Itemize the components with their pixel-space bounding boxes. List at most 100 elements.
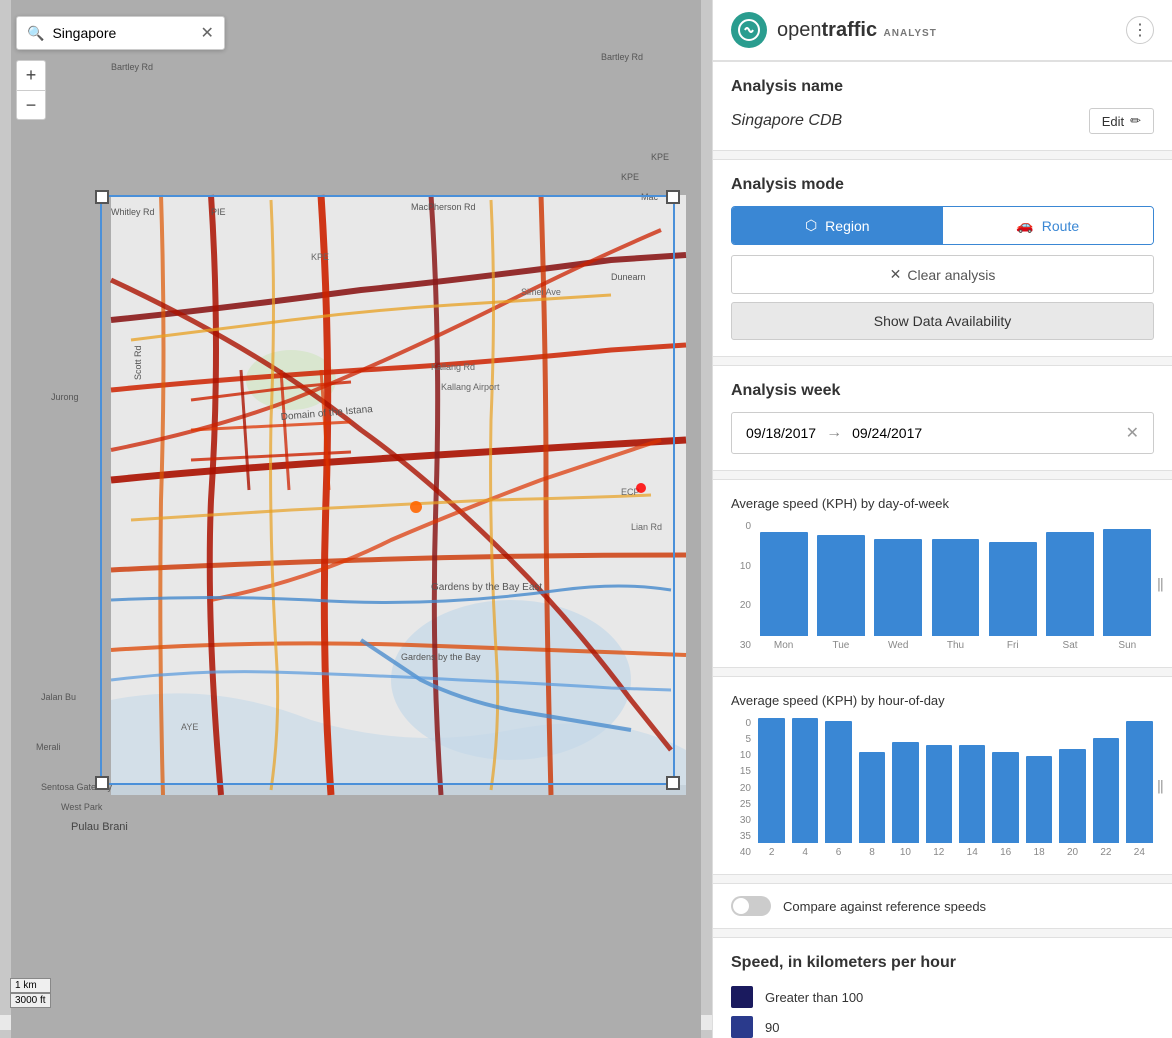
right-panel: opentraffic ANALYST ⋮ Analysis name Sing… — [712, 0, 1172, 1038]
search-icon: 🔍 — [27, 25, 44, 42]
svg-text:West Park: West Park — [61, 802, 103, 812]
chart-dow-title: Average speed (KPH) by day-of-week — [731, 496, 1154, 511]
svg-text:Merali: Merali — [36, 742, 61, 752]
region-label: Region — [825, 218, 869, 234]
search-input[interactable]: Singapore — [52, 25, 192, 41]
bar-label-hour-2: 2 — [769, 847, 775, 858]
bar-sun — [1103, 529, 1151, 636]
bar-col-hour-2: 2 — [757, 718, 786, 858]
scale-bar: 1 km 3000 ft — [10, 978, 51, 1008]
clear-analysis-button[interactable]: ✕ Clear analysis — [731, 255, 1154, 294]
chart-dow-bars: Mon Tue Wed Thu Fri Sat Sun — [757, 521, 1154, 651]
bar-label-mon: Mon — [774, 640, 793, 651]
analysis-name-section: Analysis name Singapore CDB Edit ✏ — [713, 61, 1172, 151]
bar-label-hour-4: 4 — [802, 847, 808, 858]
handle-top-left[interactable] — [95, 190, 109, 204]
selection-box[interactable] — [100, 195, 675, 785]
bar-label-fri: Fri — [1007, 640, 1019, 651]
handle-top-right[interactable] — [666, 190, 680, 204]
bar-hour-2 — [758, 718, 784, 843]
bar-label-sun: Sun — [1118, 640, 1136, 651]
handle-bottom-right[interactable] — [666, 776, 680, 790]
chart-dow-scroll[interactable]: ‖ — [1157, 576, 1164, 597]
bar-hour-12 — [926, 745, 952, 843]
info-button[interactable]: ⋮ — [1126, 16, 1154, 44]
bar-col-hour-4: 4 — [790, 718, 819, 858]
speed-item: Greater than 100 — [731, 986, 1154, 1008]
bar-hour-22 — [1093, 738, 1119, 843]
bar-sat — [1046, 532, 1094, 636]
bar-label-sat: Sat — [1063, 640, 1078, 651]
logo-open: open — [777, 19, 822, 41]
analysis-name-value: Singapore CDB — [731, 112, 842, 130]
bar-col-thu: Thu — [929, 521, 982, 651]
bar-tue — [817, 535, 865, 636]
bar-hour-10 — [892, 742, 918, 844]
compare-toggle[interactable] — [731, 896, 771, 916]
handle-bottom-left[interactable] — [95, 776, 109, 790]
bar-label-hour-24: 24 — [1134, 847, 1145, 858]
bar-hour-16 — [992, 752, 1018, 843]
bar-hour-6 — [825, 721, 851, 844]
scale-km: 1 km — [10, 978, 51, 993]
zoom-in-button[interactable]: + — [16, 60, 46, 90]
bar-label-hour-14: 14 — [967, 847, 978, 858]
bar-hour-14 — [959, 745, 985, 843]
bar-label-hour-20: 20 — [1067, 847, 1078, 858]
chart-dow-section: Average speed (KPH) by day-of-week 30 20… — [713, 479, 1172, 668]
bar-col-hour-22: 22 — [1091, 718, 1120, 858]
chart-hod-title: Average speed (KPH) by hour-of-day — [731, 693, 1154, 708]
scale-ft: 3000 ft — [10, 993, 51, 1008]
bar-hour-20 — [1059, 749, 1085, 844]
bar-label-hour-12: 12 — [933, 847, 944, 858]
svg-text:Bartley Rd: Bartley Rd — [601, 52, 643, 62]
bar-col-hour-12: 12 — [924, 718, 953, 858]
date-arrow: → — [826, 424, 842, 442]
edit-button[interactable]: Edit ✏ — [1089, 108, 1154, 134]
end-date: 09/24/2017 — [852, 425, 922, 441]
region-mode-button[interactable]: ⬡ Region — [732, 207, 943, 244]
bar-col-mon: Mon — [757, 521, 810, 651]
route-mode-button[interactable]: 🚗 Route — [943, 207, 1154, 244]
svg-text:Jurong: Jurong — [51, 392, 79, 402]
speed-items-list: Greater than 100 90 80 — [731, 986, 1154, 1038]
date-clear-button[interactable]: ✕ — [1126, 423, 1139, 443]
bar-col-wed: Wed — [872, 521, 925, 651]
zoom-out-button[interactable]: − — [16, 90, 46, 120]
clear-label: Clear analysis — [907, 267, 995, 283]
map-search-bar[interactable]: 🔍 Singapore ✕ — [16, 16, 225, 50]
bar-hour-8 — [859, 752, 885, 843]
logo-icon — [731, 12, 767, 48]
bar-label-thu: Thu — [947, 640, 964, 651]
bar-hour-18 — [1026, 756, 1052, 844]
bar-label-hour-18: 18 — [1034, 847, 1045, 858]
start-date: 09/18/2017 — [746, 425, 816, 441]
map-area[interactable]: Domain of the Istana Gardens by the Bay … — [0, 0, 712, 1038]
speed-item-label: 90 — [765, 1020, 779, 1035]
bar-mon — [760, 532, 808, 636]
bar-col-hour-24: 24 — [1125, 718, 1154, 858]
edit-label: Edit — [1102, 114, 1124, 129]
chart-hod-scroll[interactable]: ‖ — [1157, 778, 1164, 799]
analysis-week-section: Analysis week 09/18/2017 → 09/24/2017 ✕ — [713, 365, 1172, 471]
region-icon: ⬡ — [805, 217, 817, 234]
date-range-row[interactable]: 09/18/2017 → 09/24/2017 ✕ — [731, 412, 1154, 454]
bar-col-tue: Tue — [814, 521, 867, 651]
analysis-name-title: Analysis name — [731, 78, 1154, 96]
chart-hod-y-axis: 40 35 30 25 20 15 10 5 0 — [731, 718, 751, 858]
bar-label-hour-8: 8 — [869, 847, 875, 858]
logo-badge: ANALYST — [884, 28, 937, 39]
show-data-availability-button[interactable]: Show Data Availability — [731, 302, 1154, 340]
svg-text:Pulau Brani: Pulau Brani — [71, 821, 128, 833]
analysis-mode-section: Analysis mode ⬡ Region 🚗 Route ✕ Clear a… — [713, 159, 1172, 357]
compare-label: Compare against reference speeds — [783, 899, 986, 914]
search-clear-button[interactable]: ✕ — [200, 23, 213, 43]
bar-label-hour-22: 22 — [1100, 847, 1111, 858]
bar-col-hour-18: 18 — [1024, 718, 1053, 858]
compare-row: Compare against reference speeds — [713, 883, 1172, 929]
speed-color-swatch — [731, 1016, 753, 1038]
analysis-mode-title: Analysis mode — [731, 176, 1154, 194]
bar-col-sun: Sun — [1101, 521, 1154, 651]
bar-fri — [989, 542, 1037, 636]
speed-legend-title: Speed, in kilometers per hour — [731, 954, 1154, 972]
